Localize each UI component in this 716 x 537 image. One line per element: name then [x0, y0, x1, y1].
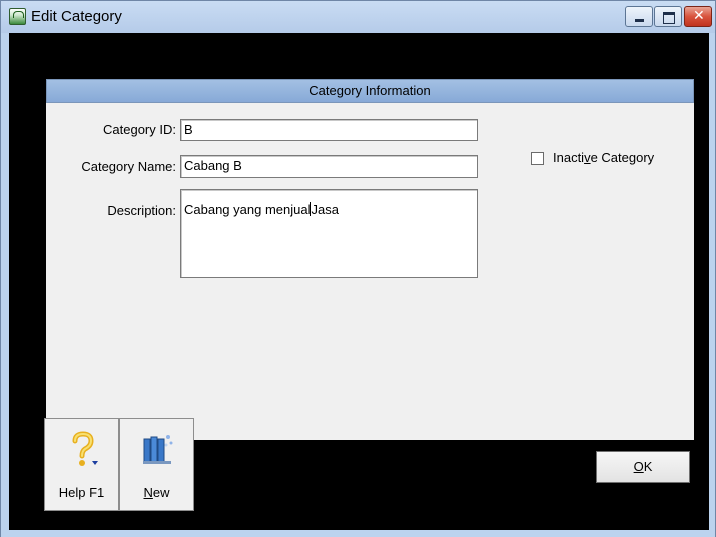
description-label: Description:: [107, 203, 176, 218]
description-text-before: Cabang yang menjual: [184, 202, 311, 217]
category-id-value: B: [184, 122, 193, 137]
close-button[interactable]: [684, 6, 712, 27]
edit-category-window: Edit Category Category Information Categ…: [0, 0, 716, 537]
title-bar[interactable]: Edit Category: [1, 1, 715, 33]
maximize-button[interactable]: [654, 6, 682, 27]
ok-button[interactable]: OK: [596, 451, 690, 483]
inactive-category-label[interactable]: Inactive Category: [553, 150, 654, 165]
category-information-panel: Category Information Category ID: B Cate…: [46, 79, 694, 440]
category-name-value: Cabang B: [184, 158, 242, 173]
panel-header: Category Information: [46, 79, 694, 103]
inactive-category-checkbox[interactable]: [531, 152, 544, 165]
description-text-after: Jasa: [311, 202, 339, 217]
inactive-label-pre: Inacti: [553, 150, 585, 165]
ok-label-accel: O: [633, 459, 644, 474]
new-button[interactable]: New: [119, 418, 194, 511]
help-question-icon: [72, 431, 98, 466]
category-name-field[interactable]: Cabang B: [180, 155, 478, 178]
new-button-label: New: [120, 485, 193, 500]
inactive-label-post: e Category: [590, 150, 655, 165]
window-title: Edit Category: [31, 8, 122, 25]
category-name-label: Category Name:: [81, 159, 176, 174]
client-area: Category Information Category ID: B Cate…: [9, 33, 709, 530]
app-bag-icon: [9, 8, 26, 25]
help-button[interactable]: Help F1: [44, 418, 119, 511]
new-label-rest: ew: [152, 485, 170, 500]
category-id-label: Category ID:: [103, 122, 176, 137]
minimize-button[interactable]: [625, 6, 653, 27]
ok-label-rest: K: [643, 459, 653, 474]
new-books-icon: [143, 435, 173, 464]
category-id-field[interactable]: B: [180, 119, 478, 141]
description-textarea[interactable]: Cabang yang menjualJasa: [180, 189, 478, 278]
window-bottom-border: [1, 530, 715, 537]
help-button-label: Help F1: [58, 485, 105, 500]
new-label-accel: N: [143, 485, 153, 500]
